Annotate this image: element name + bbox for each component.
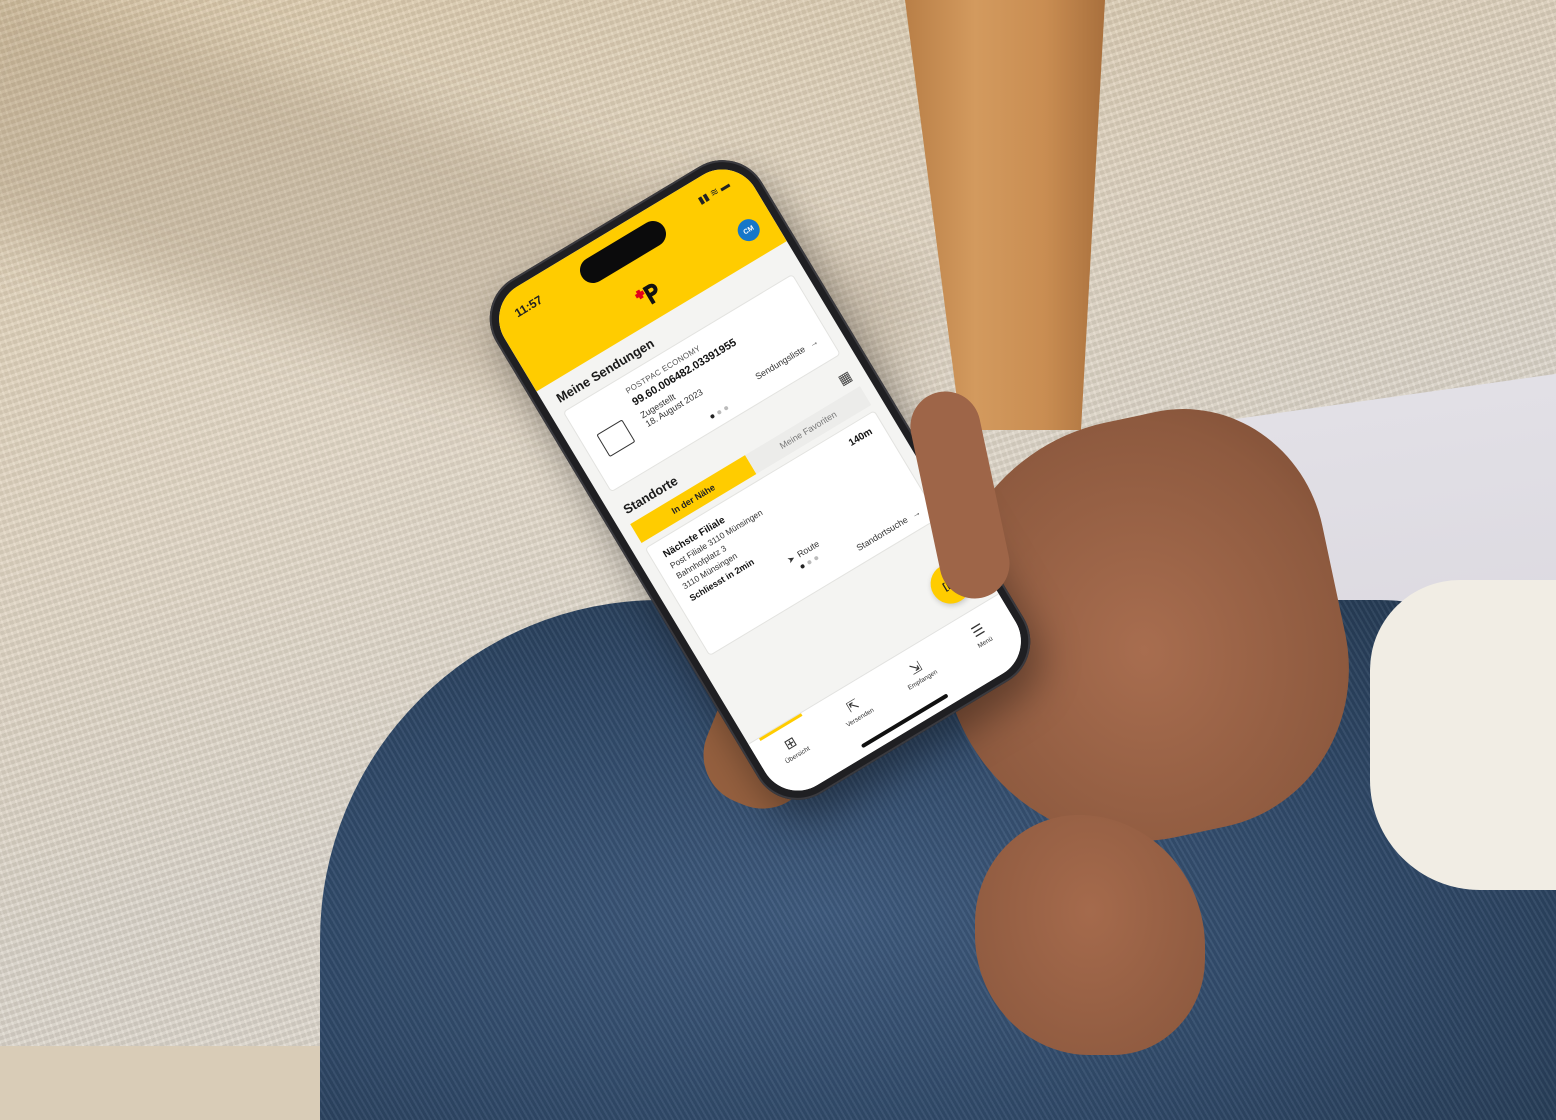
send-icon: ⇱: [843, 695, 862, 716]
carousel-dot[interactable]: [813, 555, 820, 561]
map-icon[interactable]: ▦: [835, 367, 855, 388]
arrow-right-icon: →: [807, 336, 820, 350]
post-logo-icon: [631, 277, 667, 313]
user-avatar[interactable]: CM: [733, 215, 764, 246]
carousel-dot[interactable]: [709, 413, 716, 420]
navigation-arrow-icon: ➤: [785, 552, 798, 566]
carousel-dot[interactable]: [716, 409, 723, 416]
carousel-dot[interactable]: [723, 405, 729, 411]
receive-icon: ⇲: [906, 657, 925, 678]
grid-icon: ⊞: [781, 733, 800, 753]
carousel-dot[interactable]: [799, 563, 806, 570]
carousel-dot[interactable]: [806, 559, 813, 566]
status-time: 11:57: [512, 292, 546, 321]
white-sleeve: [1370, 580, 1556, 890]
signal-wifi-battery-icon: ▮▮ ≋ ▬: [696, 179, 733, 207]
photo-scene: 11:57 ▮▮ ≋ ▬ CM Meine Sendungen POSTPAC: [0, 0, 1556, 1120]
arrow-right-icon: →: [909, 506, 923, 521]
menu-icon: ☰: [968, 620, 988, 641]
